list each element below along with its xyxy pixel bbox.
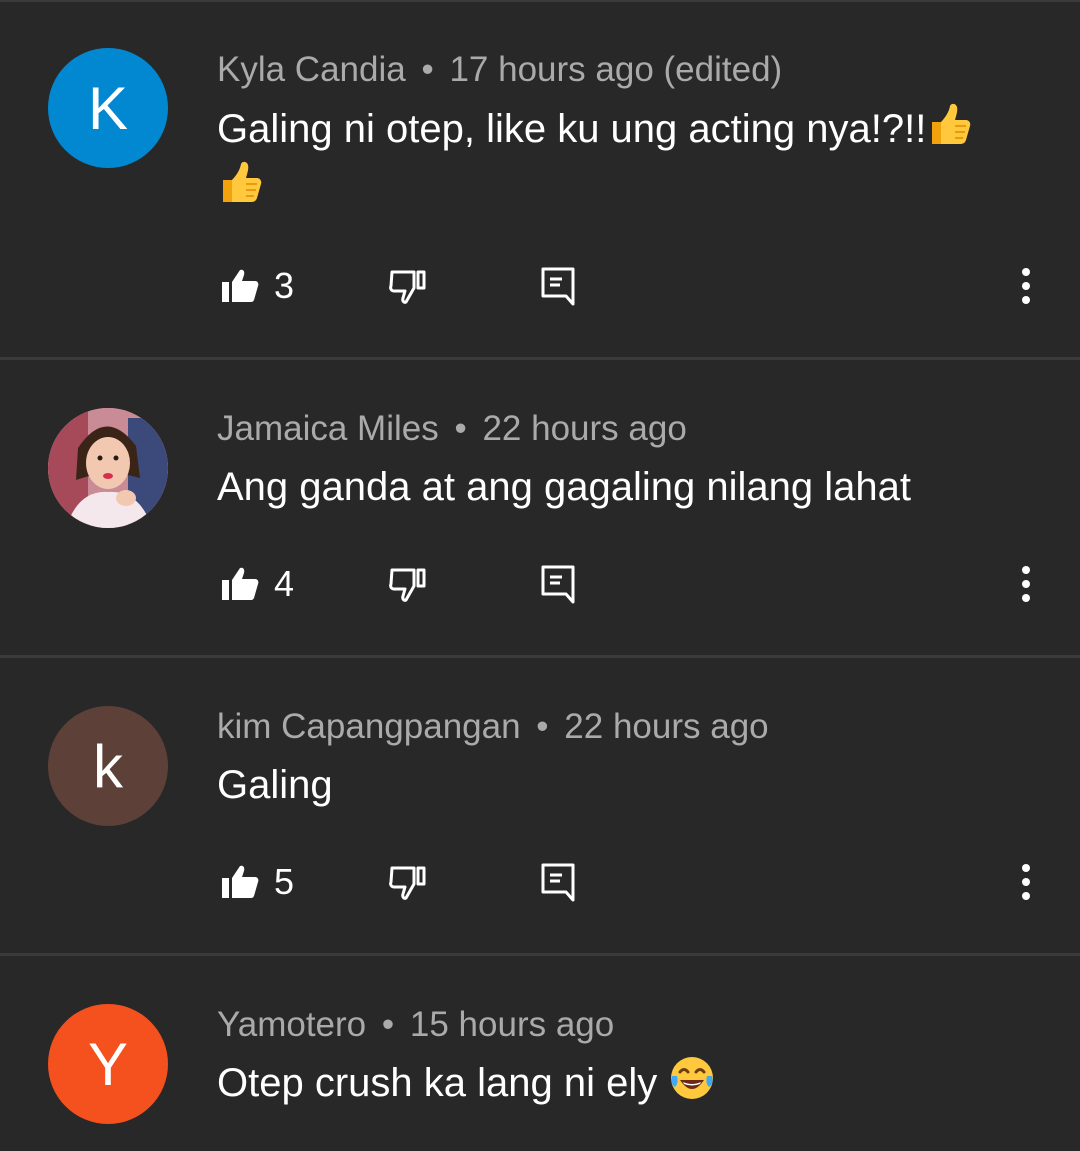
comments-list: K Kyla Candia • 17 hours ago (edited) Ga… [0,0,1080,1151]
comment-time: 15 hours ago [409,1005,615,1044]
like-count: 5 [274,861,295,902]
meta-separator: • [536,707,549,746]
thumbs-up-emoji [217,158,265,206]
comment-text: Ang ganda at ang gagaling nilang lahat [217,458,1017,516]
reply-icon [540,564,576,604]
comment-text: Galing [217,756,1017,814]
reply-button[interactable] [540,852,576,912]
comment-time: 22 hours ago [482,409,687,448]
comment-text: Otep crush ka lang ni ely [217,1054,1017,1112]
thumbs-down-icon [388,266,428,306]
avatar-letter: k [93,732,123,800]
comment-actions: 4 [0,554,1080,614]
meta-separator: • [454,409,467,448]
avatar-letter: Y [87,1030,129,1098]
thumbs-up-emoji [926,100,974,148]
like-count: 3 [274,265,295,306]
comment-thread: Y Yamotero • 15 hours ago Otep crush ka … [0,956,1080,1151]
more-options-button[interactable] [1016,852,1036,912]
thumbs-up-icon [220,266,260,306]
author-name[interactable]: Jamaica Miles [217,409,439,448]
tears-of-joy-emoji [668,1054,716,1102]
comment-body: Galing ni otep, like ku ung acting nya!?… [217,107,927,151]
thumbs-up-icon [220,862,260,902]
thumbs-down-icon [388,862,428,902]
like-button[interactable]: 5 [220,852,294,912]
reply-icon [540,266,576,306]
avatar-letter: K [87,74,129,142]
avatar[interactable]: K [48,48,168,168]
author-name[interactable]: Kyla Candia [217,50,406,89]
thumbs-down-icon [388,564,428,604]
meta-separator: • [381,1005,395,1044]
comment-text: Galing ni otep, like ku ung acting nya!?… [217,100,1017,216]
reply-icon [540,862,576,902]
profile-photo [48,408,168,528]
reply-button[interactable] [540,554,576,614]
like-button[interactable]: 3 [220,256,294,316]
comment-actions: 3 [0,256,1080,316]
more-vert-icon [1016,266,1036,306]
more-options-button[interactable] [1016,554,1036,614]
more-vert-icon [1016,564,1036,604]
dislike-button[interactable] [388,256,428,316]
comment-meta: Yamotero • 15 hours ago [217,1005,614,1045]
more-options-button[interactable] [1016,256,1036,316]
comment-thread: K Kyla Candia • 17 hours ago (edited) Ga… [0,0,1080,357]
like-count: 4 [274,563,295,604]
author-name[interactable]: kim Capangpangan [217,707,521,746]
more-vert-icon [1016,862,1036,902]
avatar[interactable] [48,408,168,528]
author-name[interactable]: Yamotero [217,1005,366,1044]
comment-thread: Jamaica Miles • 22 hours ago Ang ganda a… [0,360,1080,655]
comment-thread: k kim Capangpangan • 22 hours ago Galing… [0,658,1080,953]
comment-meta: Kyla Candia • 17 hours ago (edited) [217,50,782,90]
comment-time: 17 hours ago (edited) [449,50,783,89]
dislike-button[interactable] [388,554,428,614]
like-button[interactable]: 4 [220,554,294,614]
comment-meta: Jamaica Miles • 22 hours ago [217,409,687,449]
comment-body: Ang ganda at ang gagaling nilang lahat [217,465,911,509]
avatar[interactable]: Y [48,1004,168,1124]
comment-actions: 5 [0,852,1080,912]
comment-meta: kim Capangpangan • 22 hours ago [217,707,769,747]
reply-button[interactable] [540,256,576,316]
comment-body: Otep crush ka lang ni ely [217,1061,658,1105]
dislike-button[interactable] [388,852,428,912]
avatar[interactable]: k [48,706,168,826]
comment-body: Galing [217,763,333,807]
comment-time: 22 hours ago [564,707,769,746]
thumbs-up-icon [220,564,260,604]
meta-separator: • [421,50,434,89]
